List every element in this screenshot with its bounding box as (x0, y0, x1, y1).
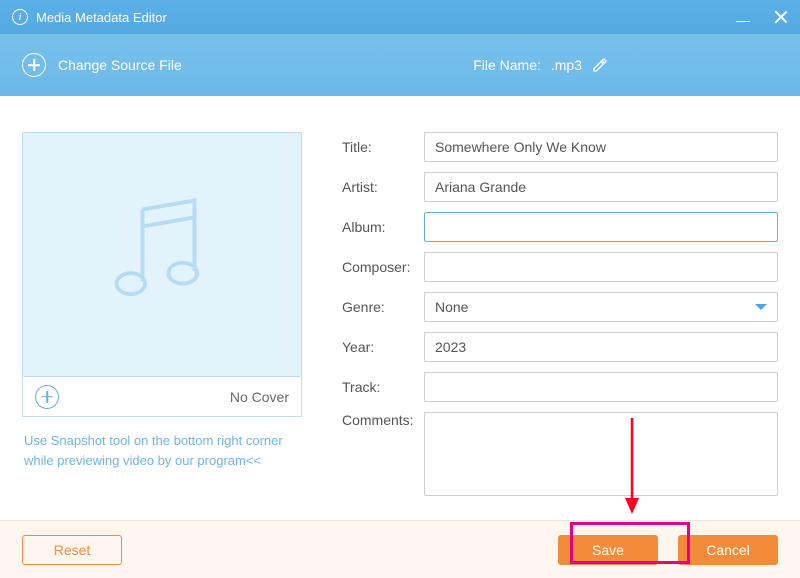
close-icon[interactable] (774, 10, 788, 24)
artist-input[interactable] (424, 172, 778, 202)
comments-label: Comments: (342, 412, 424, 428)
content: No Cover Use Snapshot tool on the bottom… (0, 96, 800, 506)
row-album: Album: (342, 212, 778, 242)
row-title: Title: (342, 132, 778, 162)
album-input[interactable] (424, 212, 778, 242)
cover-toolbar: No Cover (22, 377, 302, 417)
change-source-button[interactable]: Change Source File (22, 53, 182, 77)
row-track: Track: (342, 372, 778, 402)
title-input[interactable] (424, 132, 778, 162)
composer-input[interactable] (424, 252, 778, 282)
plus-circle-icon (22, 53, 46, 77)
genre-label: Genre: (342, 299, 424, 315)
info-icon: i (12, 9, 28, 25)
row-composer: Composer: (342, 252, 778, 282)
track-label: Track: (342, 379, 424, 395)
track-input[interactable] (424, 372, 778, 402)
row-artist: Artist: (342, 172, 778, 202)
app-title: Media Metadata Editor (36, 10, 167, 25)
pencil-icon[interactable] (592, 57, 608, 73)
filename-label: File Name: (473, 57, 541, 73)
album-label: Album: (342, 219, 424, 235)
music-note-icon (97, 190, 227, 320)
minimize-icon[interactable] (736, 10, 750, 24)
row-year: Year: (342, 332, 778, 362)
genre-select[interactable]: None (424, 292, 778, 322)
composer-label: Composer: (342, 259, 424, 275)
titlebar: i Media Metadata Editor (0, 0, 800, 34)
filename-group: File Name: .mp3 (473, 57, 608, 73)
save-button[interactable]: Save (558, 535, 658, 565)
snapshot-hint: Use Snapshot tool on the bottom right co… (22, 431, 302, 470)
window-controls (736, 10, 788, 24)
add-cover-icon[interactable] (35, 385, 59, 409)
metadata-form: Title: Artist: Album: Composer: Genre: N… (342, 132, 778, 506)
chevron-down-icon (755, 304, 767, 310)
comments-input[interactable] (424, 412, 778, 496)
year-label: Year: (342, 339, 424, 355)
title-label: Title: (342, 139, 424, 155)
reset-button[interactable]: Reset (22, 535, 122, 565)
cover-preview (22, 132, 302, 377)
cancel-button[interactable]: Cancel (678, 535, 778, 565)
cover-panel: No Cover Use Snapshot tool on the bottom… (22, 132, 302, 506)
no-cover-label: No Cover (230, 389, 289, 405)
year-input[interactable] (424, 332, 778, 362)
genre-selected: None (435, 299, 468, 315)
row-genre: Genre: None (342, 292, 778, 322)
artist-label: Artist: (342, 179, 424, 195)
change-source-label: Change Source File (58, 57, 182, 73)
row-comments: Comments: (342, 412, 778, 496)
footer: Reset Save Cancel (0, 520, 800, 578)
toolbar: Change Source File File Name: .mp3 (0, 34, 800, 96)
filename-value: .mp3 (551, 57, 582, 73)
